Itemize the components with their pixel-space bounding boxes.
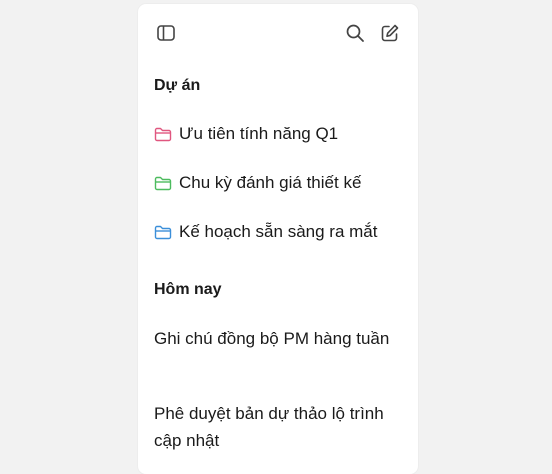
folder-icon xyxy=(154,224,172,240)
project-item-launch-readiness[interactable]: Kế hoạch sẵn sàng ra mắt xyxy=(154,219,402,245)
project-item-label: Kế hoạch sẵn sàng ra mắt xyxy=(179,222,378,241)
search-button[interactable] xyxy=(343,21,367,45)
compose-icon xyxy=(381,24,399,42)
folder-icon xyxy=(154,175,172,191)
list-item[interactable]: Ghi chú đồng bộ PM hàng tuần xyxy=(154,325,402,352)
projects-section-title: Dự án xyxy=(154,77,201,94)
project-item-q1-priorities[interactable]: Ưu tiên tính năng Q1 xyxy=(154,121,402,147)
project-item-label: Ưu tiên tính năng Q1 xyxy=(179,124,339,143)
folder-icon xyxy=(154,126,172,142)
sidebar-toggle-button[interactable] xyxy=(154,21,178,45)
project-item-label: Chu kỳ đánh giá thiết kế xyxy=(179,173,362,192)
sidebar-toggle-icon xyxy=(157,25,175,41)
project-item-design-review[interactable]: Chu kỳ đánh giá thiết kế xyxy=(154,170,402,196)
compose-button[interactable] xyxy=(378,21,402,45)
search-icon xyxy=(346,24,364,42)
list-item[interactable]: Phê duyệt bản dự thảo lộ trình cập nhật xyxy=(154,400,402,454)
sidebar-panel: Dự án Ưu tiên tính năng Q1 Chu kỳ đánh g… xyxy=(138,4,418,474)
today-section-title: Hôm nay xyxy=(154,281,222,298)
